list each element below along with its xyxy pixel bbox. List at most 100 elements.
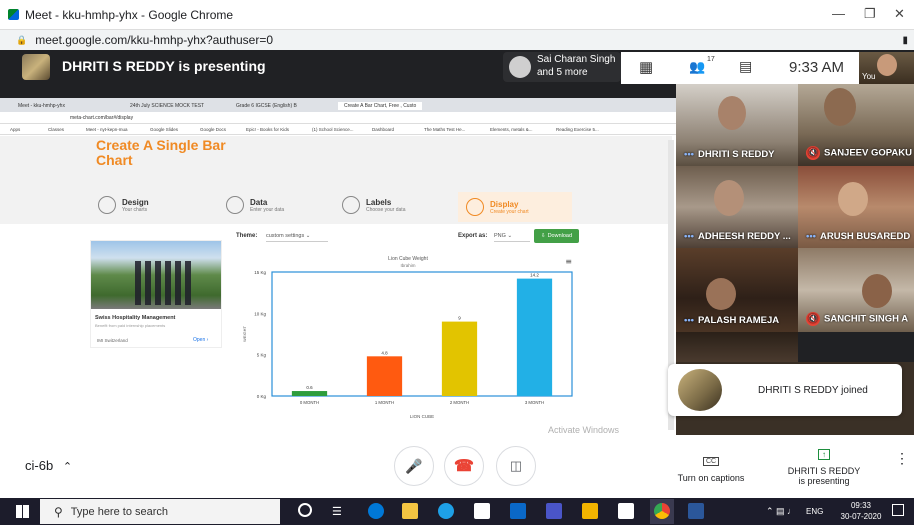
captions-label: Turn on captions	[677, 473, 745, 483]
taskbar-clock[interactable]: 09:33 30-07-2020	[836, 500, 886, 522]
participant-name-text: ARUSH BUSAREDD	[819, 231, 911, 242]
step-title: Display	[490, 199, 519, 209]
notifications-icon[interactable]	[892, 504, 904, 516]
meet-favicon-icon	[8, 9, 19, 20]
edge-icon[interactable]	[368, 503, 384, 519]
ad-image	[91, 241, 221, 309]
captions-button[interactable]: CC Turn on captions	[668, 450, 754, 483]
video-tile-partial[interactable]	[676, 332, 798, 362]
self-view: You	[859, 52, 914, 84]
window-titlebar: Meet - kku-hmhp-yhx - Google Chrome	[0, 0, 914, 30]
bookmark: Apps	[10, 127, 21, 132]
teams-icon[interactable]	[546, 503, 562, 519]
design-icon	[98, 196, 116, 214]
sticky-notes-icon[interactable]	[582, 503, 598, 519]
layout-grid-icon[interactable]: ▦	[639, 58, 653, 76]
participant-face	[862, 274, 892, 308]
present-line2: is presenting	[798, 476, 850, 486]
inner-tab: Meet - kku-hmhp-yhx	[18, 103, 65, 109]
ad-open-label: Open	[193, 337, 206, 343]
join-notification: DHRITI S REDDY joined	[668, 364, 902, 416]
inner-tab: Grade 6 IGCSE (English) B	[236, 103, 297, 109]
cortana-icon[interactable]	[298, 503, 312, 517]
ad-source: IMI Switzerland	[97, 338, 128, 343]
meeting-details-button[interactable]: ci-6b ⌃	[25, 458, 72, 473]
chrome-icon[interactable]	[650, 499, 674, 524]
participant-name: ••• DHRITI S REDDY	[684, 149, 775, 160]
participant-name: ••• ARUSH BUSAREDD	[806, 231, 910, 242]
step-data[interactable]: Data Enter your data	[226, 196, 284, 214]
taskbar-search[interactable]: ⚲ Type here to search	[40, 499, 280, 524]
export-label: Export as:	[458, 233, 488, 239]
mail-icon[interactable]	[510, 503, 526, 519]
more-dots-icon: •••	[806, 231, 816, 242]
presenting-title: DHRITI S REDDY is presenting	[62, 58, 266, 74]
more-dots-icon: •••	[684, 315, 694, 326]
chat-icon[interactable]: ▤	[739, 58, 752, 75]
bar	[441, 321, 478, 396]
file-explorer-icon[interactable]	[402, 503, 418, 519]
windows-start-icon[interactable]	[16, 505, 29, 518]
more-options-icon[interactable]: ⋮	[895, 451, 909, 465]
participant-name-text: ADHEESH REDDY ...	[697, 231, 791, 242]
theme-select[interactable]: custom settings ⌄	[266, 230, 328, 242]
word-icon[interactable]	[688, 503, 704, 519]
bookmark: Google Docs	[200, 127, 227, 132]
others-pill[interactable]: Sai Charan Singh and 5 more	[503, 52, 621, 82]
video-tile[interactable]: 🔇 SANCHIT SINGH A	[798, 248, 914, 332]
ad-card[interactable]: Swiss Hospitality Management Benefit fro…	[90, 240, 222, 348]
join-text: DHRITI S REDDY joined	[758, 385, 868, 396]
meet-top-controls: ▦ 👥 17 ▤ 9:33 AM	[621, 52, 859, 84]
present-icon: ↑	[818, 449, 830, 460]
inner-tab-strip: Meet - kku-hmhp-yhx 24th July SCIENCE MO…	[0, 98, 676, 112]
x-tick-label: 1 MONTH	[375, 400, 394, 405]
step-labels[interactable]: Labels Choose your data	[342, 196, 405, 214]
step-sub: Enter your data	[250, 206, 285, 213]
people-icon[interactable]: 👥	[689, 59, 705, 75]
address-bar[interactable]: 🔒 meet.google.com/kku-hmhp-yhx?authuser=…	[0, 30, 914, 50]
bookmark: Dashboard	[372, 127, 395, 132]
mic-icon: 🎤	[405, 457, 423, 474]
url-text: meet.google.com/kku-hmhp-yhx?authuser=0	[35, 33, 274, 47]
chrome-logo	[654, 503, 670, 519]
store-icon[interactable]	[618, 503, 634, 519]
participant-face	[838, 182, 868, 216]
bookmark: Meet - nyt-kepn-mua	[86, 127, 128, 132]
video-tile[interactable]: ••• ADHEESH REDDY ...	[676, 166, 798, 248]
video-tile[interactable]: ••• DHRITI S REDDY	[676, 84, 798, 166]
ie-icon[interactable]	[438, 503, 454, 519]
chevron-up-icon: ⌃	[62, 461, 73, 473]
file-icon[interactable]	[474, 503, 490, 519]
task-view-icon[interactable]: ☰	[332, 505, 342, 518]
camera-button[interactable]: ◫	[496, 446, 536, 486]
x-tick-label: 2 MONTH	[450, 400, 469, 405]
present-now-button[interactable]: ↑ DHRITI S REDDY is presenting	[778, 444, 870, 486]
participant-avatar	[509, 56, 531, 78]
tray-icons[interactable]: ⌃ ▤ ♩	[766, 506, 796, 517]
maximize-icon[interactable]: ❐	[864, 6, 876, 22]
minimize-icon[interactable]: —	[832, 6, 845, 21]
step-display[interactable]: Display Create your chart	[458, 192, 572, 222]
video-tile[interactable]: 🔇 SANJEEV GOPAKU	[798, 84, 914, 166]
video-tile[interactable]: ••• ARUSH BUSAREDD	[798, 166, 914, 248]
ad-open-link[interactable]: Open ›	[193, 337, 208, 343]
extension-icon[interactable]: ▮	[902, 35, 908, 46]
step-title: Data	[250, 197, 268, 207]
participant-count: 17	[707, 56, 715, 63]
mic-button[interactable]: 🎤	[394, 446, 434, 486]
joiner-avatar	[678, 369, 722, 411]
bar	[366, 356, 403, 396]
video-tile[interactable]: ••• PALASH RAMEJA	[676, 248, 798, 332]
language-indicator[interactable]: ENG	[806, 507, 823, 516]
download-button[interactable]: ⇩ Download	[534, 229, 579, 243]
present-line1: DHRITI S REDDY	[787, 466, 861, 476]
leave-call-button[interactable]: ☎	[444, 446, 484, 486]
close-icon[interactable]: ✕	[894, 6, 905, 22]
download-icon: ⇩	[540, 233, 546, 239]
y-tick-label: 5 Kg	[257, 353, 267, 358]
export-select[interactable]: PNG ⌄	[494, 230, 530, 242]
search-icon: ⚲	[54, 504, 63, 519]
step-design[interactable]: Design Your charts	[98, 196, 149, 214]
mic-muted-icon: 🔇	[806, 312, 820, 326]
data-icon	[226, 196, 244, 214]
